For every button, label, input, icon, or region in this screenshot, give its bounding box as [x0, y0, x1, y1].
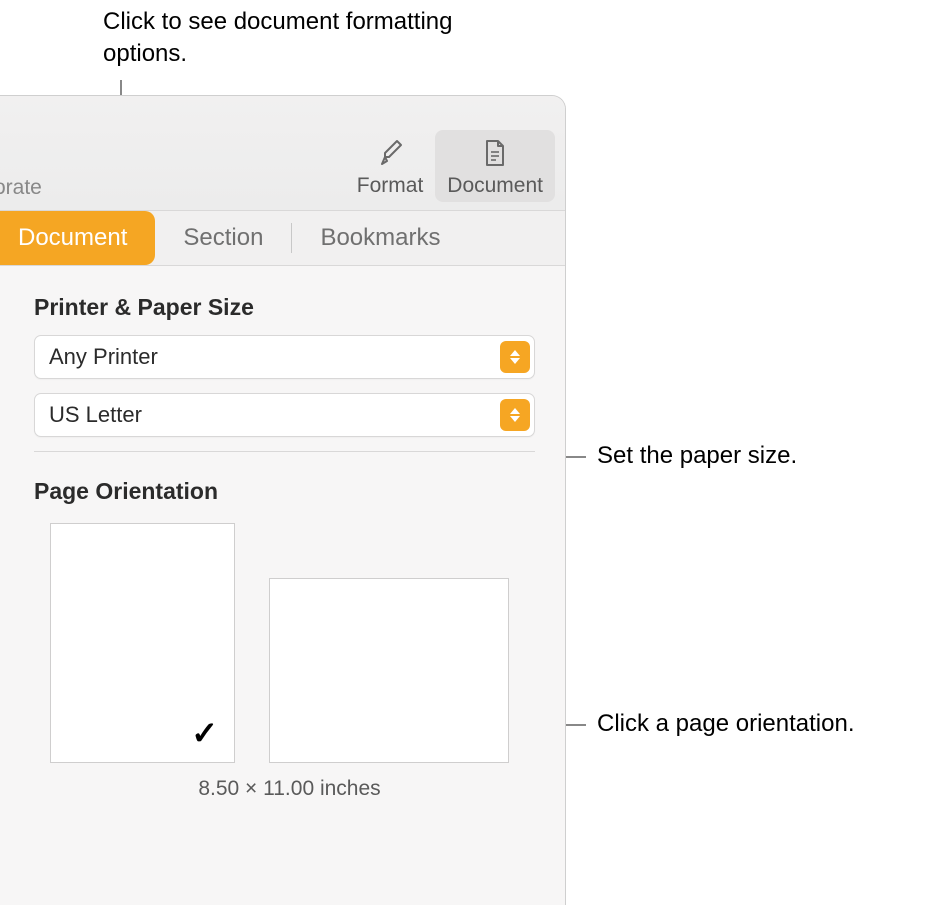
page-orientation-title: Page Orientation	[34, 478, 535, 505]
document-label: Document	[447, 174, 543, 198]
paper-value: US Letter	[49, 402, 142, 428]
updown-icon	[500, 399, 530, 431]
callout-orientation: Click a page orientation.	[597, 708, 854, 740]
tab-section[interactable]: Section	[155, 211, 291, 265]
checkmark-icon: ✓	[191, 714, 218, 752]
updown-icon	[500, 341, 530, 373]
paintbrush-icon	[373, 136, 407, 170]
printer-paper-title: Printer & Paper Size	[34, 294, 535, 321]
page-dimensions: 8.50 × 11.00 inches	[44, 777, 535, 801]
format-button[interactable]: Format	[345, 130, 436, 202]
toolbar-partial-label: orate	[0, 176, 42, 200]
document-button[interactable]: Document	[435, 130, 555, 202]
inspector-content: Printer & Paper Size Any Printer US Lett…	[0, 266, 565, 801]
callout-paper-size: Set the paper size.	[597, 440, 797, 472]
orientation-portrait[interactable]: ✓	[50, 523, 235, 763]
printer-value: Any Printer	[49, 344, 158, 370]
document-icon	[478, 136, 512, 170]
orientation-landscape[interactable]	[269, 578, 509, 763]
callout-document-options: Click to see document formatting options…	[103, 6, 463, 71]
tab-document[interactable]: Document	[0, 211, 155, 265]
inspector-panel: orate Format	[0, 95, 566, 905]
divider	[34, 451, 535, 452]
tab-bookmarks[interactable]: Bookmarks	[292, 211, 468, 265]
toolbar: orate Format	[0, 96, 565, 211]
format-label: Format	[357, 174, 424, 198]
orientation-options: ✓	[50, 523, 535, 763]
printer-select[interactable]: Any Printer	[34, 335, 535, 379]
tabs-row: Document Section Bookmarks	[0, 211, 565, 266]
paper-size-select[interactable]: US Letter	[34, 393, 535, 437]
